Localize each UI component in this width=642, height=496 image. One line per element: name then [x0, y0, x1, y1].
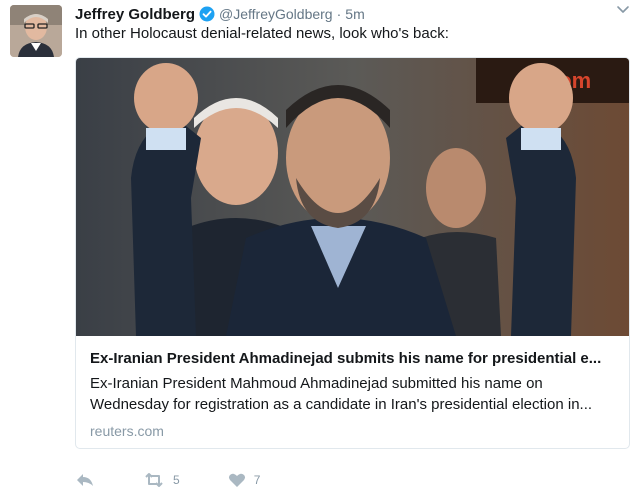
- card-image: com: [76, 58, 629, 336]
- like-count: 7: [253, 473, 261, 487]
- tweet-header: Jeffrey Goldberg @JeffreyGoldberg · 5m: [75, 4, 365, 24]
- like-button[interactable]: 7: [228, 472, 261, 488]
- card-domain: reuters.com: [90, 423, 164, 439]
- retweet-icon: [145, 473, 163, 487]
- tweet-actions: 5 7: [75, 468, 308, 492]
- author-handle[interactable]: @JeffreyGoldberg: [219, 6, 333, 22]
- card-title[interactable]: Ex-Iranian President Ahmadinejad submits…: [90, 350, 618, 367]
- card-description: Ex-Iranian President Mahmoud Ahmadinejad…: [90, 373, 618, 415]
- avatar-image: [10, 5, 62, 57]
- header-separator: ·: [336, 6, 342, 22]
- tweet-text: In other Holocaust denial-related news, …: [75, 25, 449, 42]
- heart-icon: [228, 473, 245, 487]
- chevron-down-icon[interactable]: [616, 2, 630, 16]
- verified-badge-icon: [199, 6, 215, 22]
- card-description-line: Ex-Iranian President Mahmoud Ahmadinejad…: [90, 375, 543, 392]
- author-avatar[interactable]: [10, 5, 62, 57]
- tweet-timestamp[interactable]: 5m: [345, 6, 364, 22]
- link-card[interactable]: com: [75, 57, 630, 449]
- card-description-line: Wednesday for registration as a candidat…: [90, 396, 593, 413]
- retweet-button[interactable]: 5: [143, 472, 180, 488]
- retweet-count: 5: [173, 473, 180, 487]
- reply-button[interactable]: [75, 472, 95, 488]
- author-name[interactable]: Jeffrey Goldberg: [75, 6, 195, 23]
- card-body: Ex-Iranian President Ahmadinejad submits…: [76, 336, 629, 448]
- tweet: Jeffrey Goldberg @JeffreyGoldberg · 5m I…: [0, 0, 642, 496]
- reply-icon: [77, 474, 93, 486]
